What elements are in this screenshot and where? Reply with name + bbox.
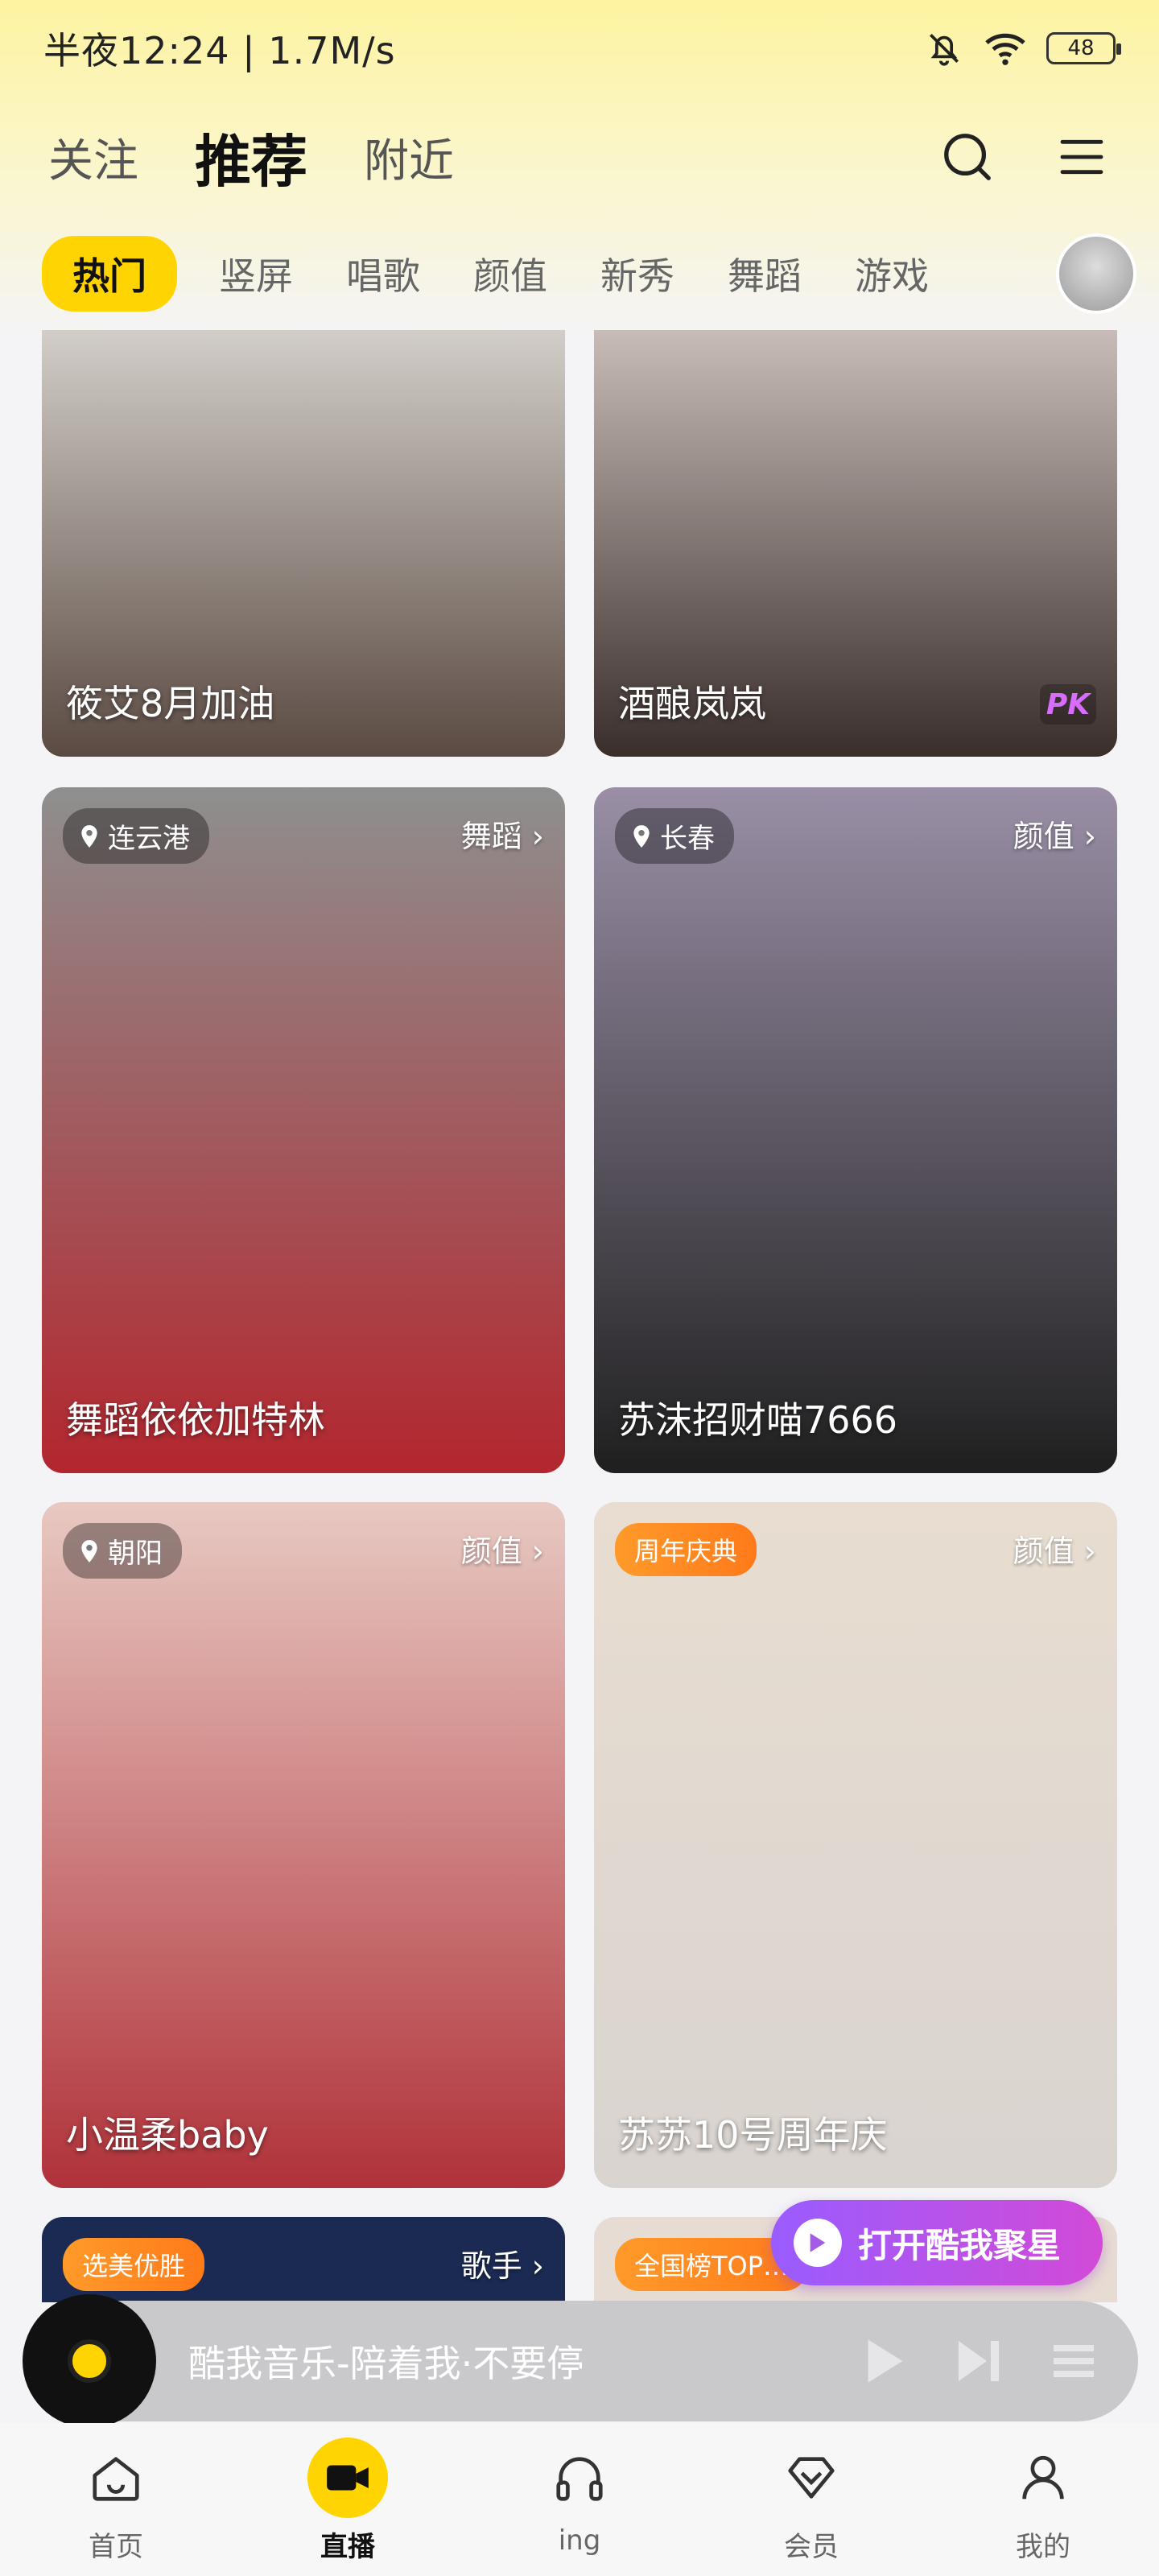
playlist-icon[interactable] — [1050, 2337, 1098, 2385]
mute-bell-icon — [930, 34, 959, 66]
status-time: 半夜12:24 | 1.7M/s — [43, 29, 396, 72]
next-track-icon[interactable] — [955, 2335, 1003, 2387]
nav-label: 直播 — [320, 2531, 375, 2563]
menu-icon — [1060, 139, 1103, 175]
streamer-name: 舞蹈依依加特林 — [66, 1398, 325, 1442]
tab-follow[interactable]: 关注 — [48, 125, 138, 190]
stream-card[interactable]: 长春 颜值 › 苏沫招财喵7666 — [594, 787, 1117, 1473]
stream-card[interactable]: 连云港 舞蹈 › 舞蹈依依加特林 — [42, 787, 565, 1473]
location-badge: 朝阳 — [63, 1523, 182, 1579]
nav-label: 会员 — [784, 2531, 839, 2563]
category-games[interactable]: 游戏 — [855, 247, 929, 300]
category-tag[interactable]: 颜值 › — [1013, 1526, 1096, 1571]
nav-profile[interactable]: 我的 — [963, 2438, 1124, 2564]
location-badge: 连云港 — [63, 808, 209, 864]
stream-card[interactable]: 周年庆典 颜值 › 苏苏10号周年庆 — [594, 1502, 1117, 2188]
stream-card[interactable]: 选美优胜 歌手 › — [42, 2217, 565, 2302]
stream-card[interactable]: 朝阳 颜值 › 小温柔baby — [42, 1502, 565, 2188]
video-camera-icon — [307, 2438, 388, 2518]
profile-icon — [1003, 2438, 1083, 2518]
nav-home[interactable]: 首页 — [35, 2438, 196, 2564]
category-dance[interactable]: 舞蹈 — [728, 247, 802, 300]
search-button[interactable] — [938, 128, 996, 186]
search-icon — [944, 134, 991, 180]
nav-label: 首页 — [89, 2531, 143, 2563]
event-badge: 周年庆典 — [615, 1523, 757, 1576]
menu-button[interactable] — [1053, 128, 1111, 186]
tab-recommend[interactable]: 推荐 — [195, 117, 307, 198]
category-vertical[interactable]: 竖屏 — [219, 247, 293, 300]
streamer-name: 苏苏10号周年庆 — [618, 2113, 888, 2157]
mini-player[interactable]: 酷我音乐-陪着我·不要停 — [23, 2294, 1138, 2428]
streamer-name: 筱艾8月加油 — [66, 682, 275, 725]
streamer-name: 苏沫招财喵7666 — [618, 1398, 898, 1442]
location-text: 连云港 — [108, 823, 190, 855]
open-app-label: 打开酷我聚星 — [858, 2225, 1062, 2265]
bottom-navigation: 首页 直播 ing 会员 我的 — [0, 2423, 1159, 2576]
diamond-icon — [771, 2438, 852, 2518]
tab-nearby[interactable]: 附近 — [364, 125, 454, 190]
location-text: 长春 — [660, 823, 715, 855]
category-tag[interactable]: 舞蹈 › — [461, 811, 544, 856]
nav-live[interactable]: 直播 — [267, 2438, 428, 2564]
home-icon — [76, 2438, 156, 2518]
user-avatar[interactable] — [1056, 233, 1136, 314]
top-tab-bar: 关注 推荐 附近 — [0, 113, 1159, 201]
pk-badge: PK — [1040, 684, 1096, 724]
category-tag[interactable]: 颜值 › — [1013, 811, 1096, 856]
nav-label: 我的 — [1016, 2531, 1070, 2563]
open-app-button[interactable]: 打开酷我聚星 — [771, 2200, 1103, 2285]
location-pin-icon — [81, 1539, 97, 1563]
header-actions — [938, 128, 1111, 186]
category-hot[interactable]: 热门 — [42, 236, 177, 312]
status-icons: 48 — [924, 28, 1121, 68]
stream-card[interactable]: 酒酿岚岚 PK — [594, 330, 1117, 757]
play-circle-icon — [794, 2219, 842, 2267]
location-pin-icon — [81, 824, 97, 848]
status-bar: 半夜12:24 | 1.7M/s 48 — [0, 0, 1159, 97]
category-newcomer[interactable]: 新秀 — [600, 247, 674, 300]
headphones-icon — [539, 2438, 620, 2518]
streamer-name: 酒酿岚岚 — [618, 682, 766, 725]
player-title: 酷我音乐-陪着我·不要停 — [188, 2342, 584, 2385]
category-tag[interactable]: 歌手 › — [461, 2241, 544, 2285]
battery-level: 48 — [1067, 36, 1095, 60]
nav-ing[interactable]: ing — [499, 2438, 660, 2557]
disc-center — [68, 2339, 111, 2383]
location-badge: 长春 — [615, 808, 734, 864]
category-looks[interactable]: 颜值 — [473, 247, 547, 300]
category-singing[interactable]: 唱歌 — [346, 247, 420, 300]
nav-label: ing — [558, 2524, 601, 2557]
category-bar: 热门 竖屏 唱歌 颜值 新秀 舞蹈 游戏 — [0, 233, 1159, 314]
player-controls — [863, 2335, 1098, 2387]
nav-vip[interactable]: 会员 — [731, 2438, 892, 2564]
location-pin-icon — [633, 824, 650, 848]
album-disc[interactable] — [23, 2294, 156, 2428]
battery-indicator: 48 — [1046, 32, 1121, 64]
location-text: 朝阳 — [108, 1538, 163, 1570]
category-tag[interactable]: 颜值 › — [461, 1526, 544, 1571]
streamer-name: 小温柔baby — [66, 2113, 269, 2157]
stream-grid: 筱艾8月加油 酒酿岚岚 PK 连云港 舞蹈 › 舞蹈依依加特林 长春 颜值 › … — [42, 330, 1117, 2302]
wifi-icon — [985, 33, 1025, 65]
stream-card[interactable]: 筱艾8月加油 — [42, 330, 565, 757]
event-badge: 选美优胜 — [63, 2238, 205, 2291]
play-icon[interactable] — [863, 2335, 908, 2387]
